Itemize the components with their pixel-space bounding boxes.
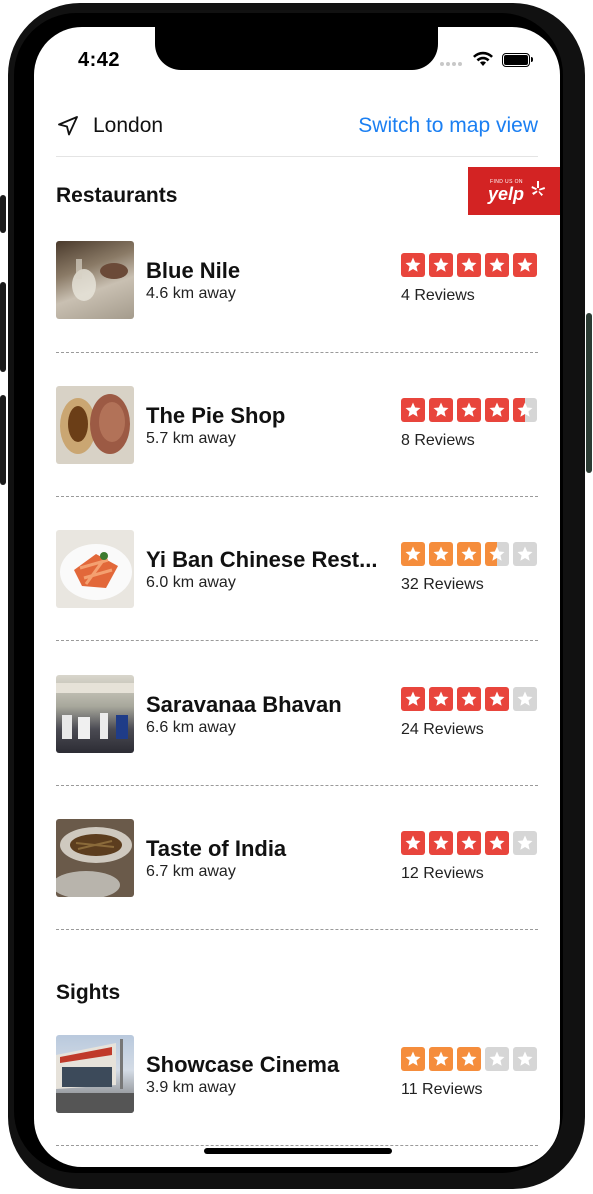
mute-switch <box>0 195 6 233</box>
status-time: 4:42 <box>78 49 121 71</box>
star-icon <box>429 253 453 277</box>
restaurant-name: The Pie Shop <box>146 403 286 428</box>
sight-distance: 3.9 km away <box>146 1079 236 1096</box>
star-icon <box>485 1047 509 1071</box>
yelp-burst-icon <box>531 181 545 196</box>
restaurant-distance: 6.6 km away <box>146 719 236 736</box>
star-icon <box>429 831 453 855</box>
restaurant-name: Taste of India <box>146 836 287 861</box>
restaurant-name: Blue Nile <box>146 258 241 283</box>
star-icon <box>485 253 509 277</box>
restaurant-distance: 4.6 km away <box>146 285 236 302</box>
power-button <box>586 313 592 473</box>
dashed-divider <box>56 352 538 353</box>
star-icon <box>513 831 537 855</box>
review-count: 12 Reviews <box>401 865 484 882</box>
star-rating <box>401 253 537 277</box>
star-icon <box>485 831 509 855</box>
star-icon <box>485 542 509 566</box>
sight-row[interactable]: Showcase Cinema 3.9 km away 11 Reviews <box>56 1035 538 1115</box>
sight-photo <box>56 1035 134 1113</box>
star-icon <box>401 831 425 855</box>
star-icon <box>457 1047 481 1071</box>
star-icon <box>457 253 481 277</box>
star-icon <box>429 687 453 711</box>
restaurant-distance: 6.7 km away <box>146 863 236 880</box>
restaurant-row[interactable]: Saravanaa Bhavan 6.6 km away 24 Reviews <box>56 675 538 755</box>
star-icon <box>401 398 425 422</box>
battery-icon <box>502 53 533 67</box>
star-icon <box>457 831 481 855</box>
wifi-icon <box>472 51 494 72</box>
star-icon <box>429 1047 453 1071</box>
star-icon <box>485 398 509 422</box>
location-name[interactable]: London <box>93 114 163 138</box>
review-count: 4 Reviews <box>401 287 475 304</box>
home-indicator[interactable] <box>204 1148 392 1154</box>
restaurant-photo <box>56 675 134 753</box>
star-icon <box>401 253 425 277</box>
star-icon <box>485 687 509 711</box>
restaurant-row[interactable]: Yi Ban Chinese Rest... 6.0 km away 32 Re… <box>56 530 538 610</box>
star-icon <box>401 542 425 566</box>
volume-down-button <box>0 395 6 485</box>
dashed-divider <box>56 496 538 497</box>
notch <box>155 27 438 70</box>
star-icon <box>457 542 481 566</box>
dashed-divider <box>56 785 538 786</box>
star-icon <box>457 687 481 711</box>
restaurant-distance: 6.0 km away <box>146 574 236 591</box>
star-icon <box>429 398 453 422</box>
review-count: 11 Reviews <box>401 1081 483 1098</box>
dashed-divider <box>56 929 538 930</box>
star-icon <box>513 687 537 711</box>
divider <box>56 156 538 157</box>
review-count: 8 Reviews <box>401 432 475 449</box>
restaurant-photo <box>56 819 134 897</box>
review-count: 32 Reviews <box>401 576 484 593</box>
location-arrow-icon[interactable] <box>56 114 80 143</box>
restaurant-row[interactable]: The Pie Shop 5.7 km away 8 Reviews <box>56 386 538 466</box>
cellular-signal-icon <box>440 62 462 66</box>
yelp-logo[interactable]: FIND US ON yelp <box>468 167 560 215</box>
star-icon <box>401 1047 425 1071</box>
switch-to-map-button[interactable]: Switch to map view <box>358 114 538 138</box>
restaurant-name: Saravanaa Bhavan <box>146 692 342 717</box>
star-icon <box>513 1047 537 1071</box>
dashed-divider <box>56 640 538 641</box>
star-icon <box>513 542 537 566</box>
restaurant-photo <box>56 386 134 464</box>
star-rating <box>401 542 537 566</box>
restaurant-row[interactable]: Blue Nile 4.6 km away 4 Reviews <box>56 241 538 321</box>
star-rating <box>401 1047 537 1071</box>
star-rating <box>401 831 537 855</box>
star-icon <box>513 398 537 422</box>
star-icon <box>513 253 537 277</box>
dashed-divider <box>56 1145 538 1146</box>
review-count: 24 Reviews <box>401 721 484 738</box>
restaurant-distance: 5.7 km away <box>146 430 236 447</box>
app-screen: 4:42 London Switch to map view FIND US O… <box>34 27 560 1167</box>
restaurant-row[interactable]: Taste of India 6.7 km away 12 Reviews <box>56 819 538 899</box>
restaurant-photo <box>56 530 134 608</box>
sight-name: Showcase Cinema <box>146 1052 340 1077</box>
location-bar: London Switch to map view <box>56 112 538 156</box>
star-rating <box>401 687 537 711</box>
restaurants-section-title: Restaurants <box>56 184 178 207</box>
volume-up-button <box>0 282 6 372</box>
restaurant-name: Yi Ban Chinese Rest... <box>146 547 378 572</box>
star-rating <box>401 398 537 422</box>
star-icon <box>401 687 425 711</box>
star-icon <box>429 542 453 566</box>
star-icon <box>457 398 481 422</box>
restaurant-photo <box>56 241 134 319</box>
sights-section-title: Sights <box>56 981 121 1004</box>
